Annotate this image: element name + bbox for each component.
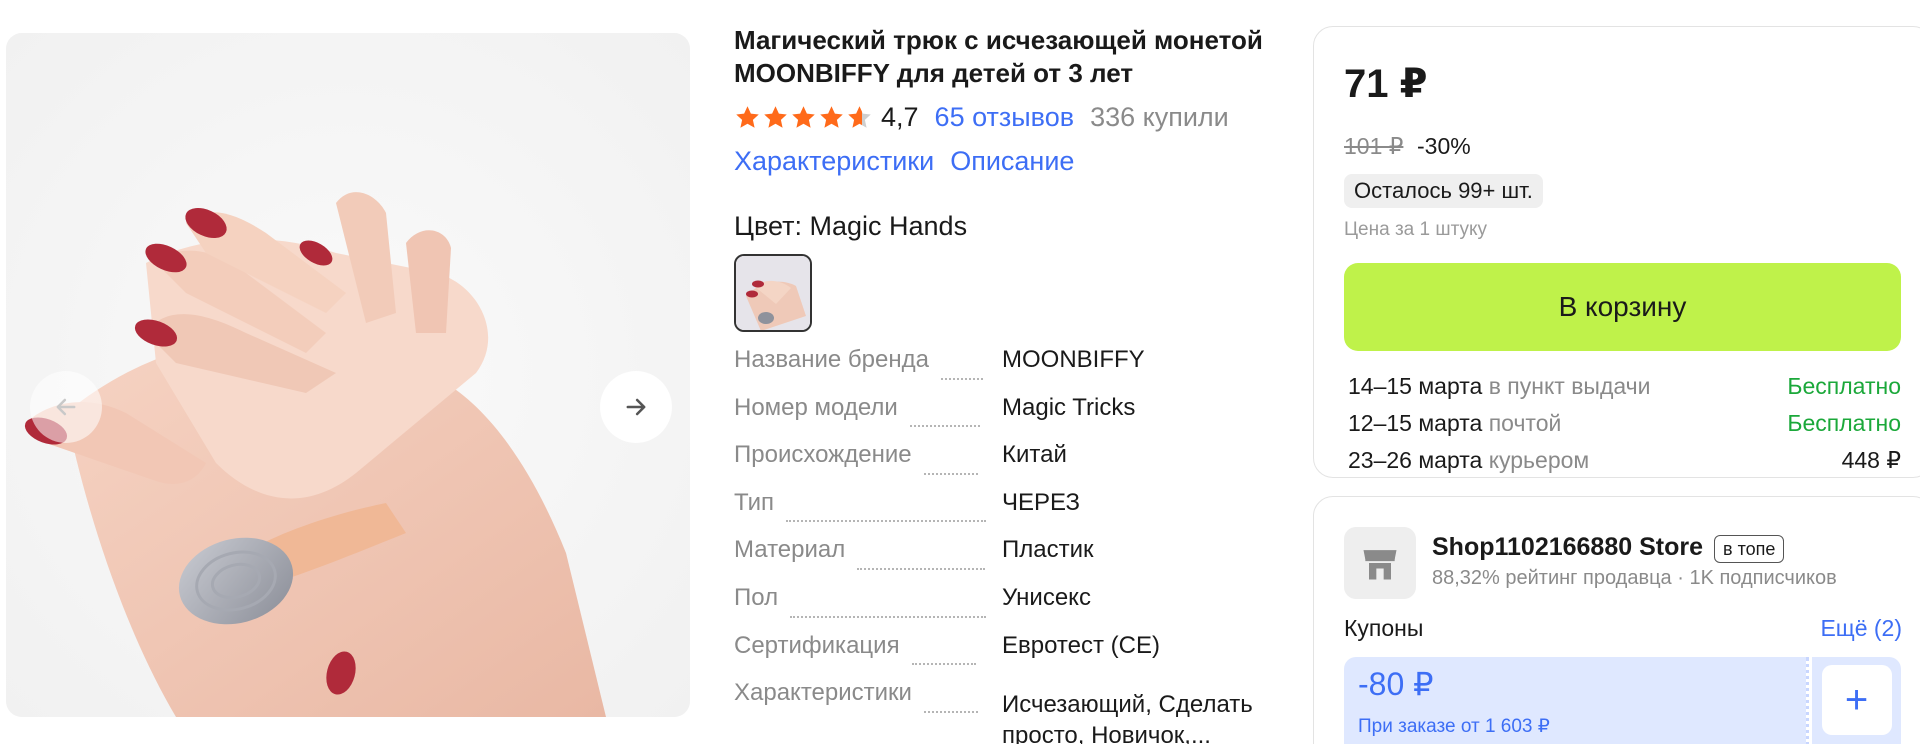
spec-value: Унисекс <box>1002 583 1091 611</box>
delivery-method: почтой <box>1488 410 1562 436</box>
section-links: Характеристики Описание <box>734 146 1274 177</box>
coupons-label: Купоны <box>1344 615 1424 641</box>
spec-dots <box>940 377 983 380</box>
plus-icon: + <box>1844 677 1869 722</box>
spec-row: Тип ЧЕРЕЗ <box>734 489 1274 537</box>
link-description[interactable]: Описание <box>950 146 1074 177</box>
arrow-right-icon <box>626 398 646 416</box>
delivery-price: Бесплатно <box>1787 373 1901 399</box>
coupons-more-link[interactable]: Ещё (2) <box>1820 615 1902 642</box>
add-to-cart-button[interactable]: В корзину <box>1344 263 1901 351</box>
discount: -30% <box>1417 133 1471 159</box>
stock-badge: Осталось 99+ шт. <box>1344 174 1543 208</box>
delivery-text: 14–15 марта в пункт выдачи <box>1348 373 1651 400</box>
spec-value: Китай <box>1002 441 1067 469</box>
spec-row: Название бренда MOONBIFFY <box>734 346 1274 394</box>
spec-key: Номер модели <box>734 393 898 421</box>
spec-dots <box>786 520 987 523</box>
delivery-method: в пункт выдачи <box>1488 373 1651 399</box>
specs-list: Название бренда MOONBIFFY Номер модели M… <box>734 346 1274 744</box>
spec-row: Материал Пластик <box>734 536 1274 584</box>
gallery-next-button[interactable] <box>600 371 672 443</box>
spec-key: Материал <box>734 536 846 564</box>
star-icon <box>820 105 843 128</box>
delivery-price: Бесплатно <box>1787 410 1901 436</box>
spec-dots <box>923 710 978 713</box>
link-specs[interactable]: Характеристики <box>734 146 934 177</box>
product-info: Магический трюк с исчезающей монетой MOO… <box>734 24 1274 744</box>
spec-row: Характеристики Исчезающий, Сделать прост… <box>734 679 1274 744</box>
delivery-date: 23–26 марта <box>1348 447 1483 473</box>
spec-value: MOONBIFFY <box>1002 346 1145 373</box>
store-icon <box>1363 550 1397 580</box>
seller-card: Shop1102166880 Store в топе 88,32% рейти… <box>1313 496 1920 744</box>
star-icon <box>736 105 759 128</box>
delivery-option: 12–15 марта почтой Бесплатно <box>1348 410 1901 437</box>
old-price: 101 ₽ <box>1344 133 1404 159</box>
rating-value: 4,7 <box>881 101 919 132</box>
delivery-text: 12–15 марта почтой <box>1348 410 1561 437</box>
spec-value: ЧЕРЕЗ <box>1002 488 1080 516</box>
delivery-option: 14–15 марта в пункт выдачи Бесплатно <box>1348 373 1901 400</box>
spec-dots <box>857 567 986 570</box>
spec-row: Происхождение Китай <box>734 441 1274 489</box>
unit-price-note: Цена за 1 штуку <box>1344 219 1488 240</box>
coupon: -80 ₽ При заказе от 1 603 ₽ <box>1344 657 1806 744</box>
spec-dots <box>790 615 987 618</box>
spec-key: Название бренда <box>734 346 929 373</box>
spec-row: Сертификация Евротест (CE) <box>734 632 1274 680</box>
spec-value: Исчезающий, Сделать просто, Новичок,... <box>1002 691 1253 744</box>
spec-row: Пол Унисекс <box>734 584 1274 632</box>
delivery-price: 448 ₽ <box>1841 447 1901 473</box>
price: 71 ₽ <box>1344 62 1428 106</box>
star-half-icon <box>848 105 871 128</box>
spec-value: Евротест (CE) <box>1002 631 1160 659</box>
spec-key: Пол <box>734 583 779 611</box>
spec-key: Происхождение <box>734 441 912 469</box>
coupon-add-area: + <box>1812 657 1901 744</box>
spec-dots <box>923 472 978 475</box>
spec-row: Номер модели Magic Tricks <box>734 394 1274 442</box>
swatch-thumbnail <box>736 256 810 330</box>
gallery-prev-button[interactable] <box>30 371 102 443</box>
delivery-option: 23–26 марта курьером 448 ₽ <box>1348 447 1901 474</box>
coupon-condition: При заказе от 1 603 ₽ <box>1358 716 1550 737</box>
buy-card: 71 ₽ 101 ₽ -30% Осталось 99+ шт. Цена за… <box>1313 26 1920 478</box>
coupon-divider <box>1806 657 1809 744</box>
delivery-date: 12–15 марта <box>1348 410 1483 436</box>
rating-stars <box>734 104 873 131</box>
spec-value: Magic Tricks <box>1002 393 1136 421</box>
arrow-left-icon <box>56 398 76 416</box>
bought-count: 336 купили <box>1090 101 1229 132</box>
product-photo <box>6 33 690 717</box>
delivery-date: 14–15 марта <box>1348 373 1483 399</box>
store-logo[interactable] <box>1344 527 1416 599</box>
store-name[interactable]: Shop1102166880 Store <box>1432 533 1703 562</box>
add-coupon-button[interactable]: + <box>1821 665 1892 735</box>
store-meta: 88,32% рейтинг продавца · 1K подписчиков <box>1432 567 1837 589</box>
color-swatch[interactable] <box>734 254 812 332</box>
product-gallery[interactable] <box>6 33 690 717</box>
star-icon <box>792 105 815 128</box>
product-title: Магический трюк с исчезающей монетой MOO… <box>734 25 1263 88</box>
reviews-link[interactable]: 65 отзывов <box>935 102 1075 133</box>
spec-key: Характеристики <box>734 679 912 707</box>
color-label: Цвет: Magic Hands <box>734 211 968 241</box>
star-icon <box>764 105 787 128</box>
spec-key: Тип <box>734 488 775 516</box>
spec-value: Пластик <box>1002 536 1094 564</box>
delivery-text: 23–26 марта курьером <box>1348 447 1589 474</box>
spec-dots <box>909 425 980 428</box>
spec-key: Сертификация <box>734 631 900 659</box>
rating-row: 4,7 65 отзывов 336 купили <box>734 100 1274 134</box>
top-badge: в топе <box>1714 535 1785 563</box>
delivery-method: курьером <box>1488 447 1590 473</box>
spec-dots <box>911 663 976 666</box>
coupon-amount: -80 ₽ <box>1358 666 1434 702</box>
